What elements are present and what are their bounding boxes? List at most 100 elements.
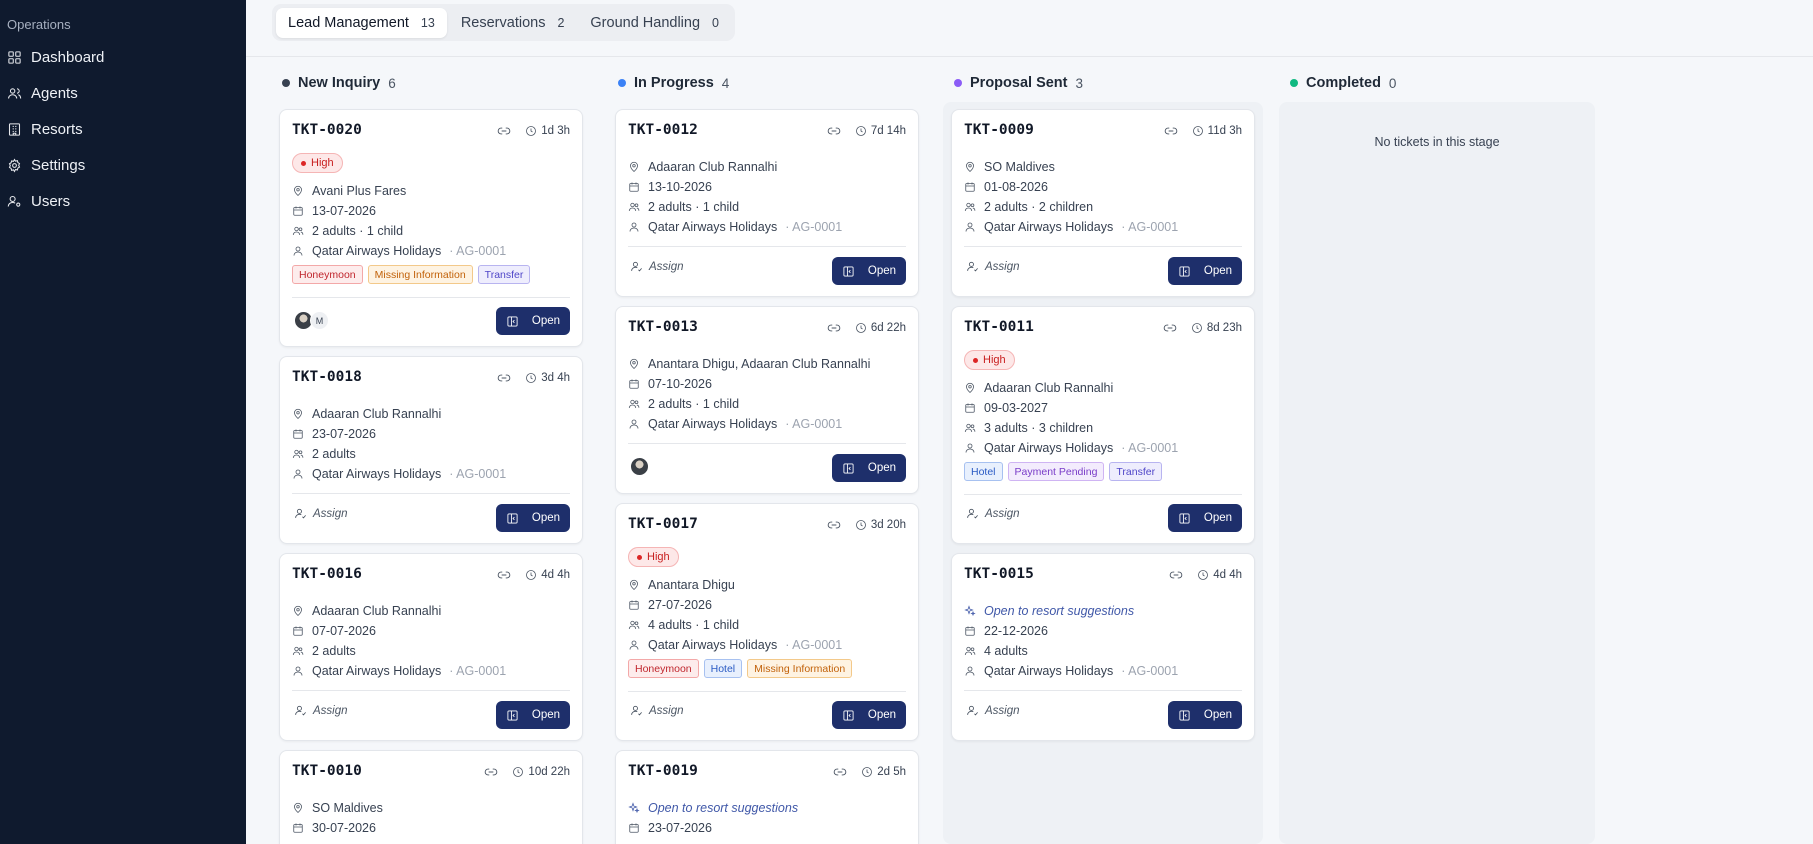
ticket-age-text: 3d 20h: [870, 519, 906, 531]
calendar-icon: [292, 205, 304, 217]
ticket-card[interactable]: TKT-0009 11d 3h SO Maldives 01-08-2026 2…: [951, 109, 1255, 297]
agent-name: Qatar Airways Holidays: [984, 664, 1114, 678]
ticket-card[interactable]: TKT-0015 4d 4h Open to resort suggestion…: [951, 553, 1255, 741]
grid-icon: [8, 50, 21, 64]
status-dot: [282, 79, 290, 87]
assign-button[interactable]: Assign: [294, 507, 348, 520]
assign-label: Assign: [649, 704, 684, 717]
date-row: 13-10-2026: [628, 178, 712, 196]
sidebar-item-resorts[interactable]: Resorts: [7, 117, 83, 141]
agent-row: Qatar Airways Holidays · AG-0001: [628, 636, 842, 654]
open-button[interactable]: Open: [1168, 701, 1242, 729]
ticket-age: 3d 20h: [855, 519, 906, 531]
ticket-age-text: 1d 3h: [541, 125, 570, 137]
date-row: 13-07-2026: [292, 202, 376, 220]
link-icon[interactable]: [1163, 321, 1177, 335]
open-button[interactable]: Open: [1168, 257, 1242, 285]
link-icon[interactable]: [497, 124, 511, 138]
column-count: 0: [1388, 75, 1397, 91]
tab-lead-management[interactable]: Lead Management 13: [276, 7, 447, 38]
tab-ground-handling[interactable]: Ground Handling 0: [578, 8, 731, 38]
guest-count: 4 adults: [984, 644, 1028, 658]
user-icon: [292, 245, 304, 257]
tab-reservations[interactable]: Reservations 2: [449, 8, 577, 38]
ticket-card[interactable]: TKT-0019 2d 5h Open to resort suggestion…: [615, 750, 919, 844]
calendar-icon: [628, 181, 640, 193]
card-divider: [628, 443, 906, 444]
assign-button[interactable]: Assign: [966, 704, 1020, 717]
ticket-card[interactable]: TKT-0017 3d 20h High Anantara Dhigu 27-0…: [615, 503, 919, 741]
open-label: Open: [531, 709, 561, 721]
ticket-card[interactable]: TKT-0018 3d 4h Adaaran Club Rannalhi 23-…: [279, 356, 583, 544]
ticket-age-text: 2d 5h: [877, 766, 906, 778]
pin-icon: [292, 802, 304, 814]
column-title: Completed: [1306, 75, 1381, 91]
link-icon[interactable]: [497, 568, 511, 582]
ticket-id: TKT-0017: [628, 516, 698, 532]
tag-hotel: Hotel: [964, 462, 1003, 481]
tab-label: Lead Management: [288, 14, 409, 31]
card-divider: [964, 494, 1242, 495]
ticket-age-text: 8d 23h: [1206, 322, 1242, 334]
clock-icon: [525, 372, 537, 384]
assign-label: Assign: [313, 704, 348, 717]
link-icon[interactable]: [1169, 568, 1183, 582]
link-icon[interactable]: [484, 765, 498, 779]
ticket-card[interactable]: TKT-0013 6d 22h Anantara Dhigu, Adaaran …: [615, 306, 919, 494]
sidebar-item-agents[interactable]: Agents: [7, 81, 78, 105]
assignee-avatars[interactable]: [630, 457, 649, 476]
panel-open-icon: [842, 462, 855, 475]
link-icon[interactable]: [497, 371, 511, 385]
travel-date: 27-07-2026: [648, 598, 712, 612]
card-divider: [628, 246, 906, 247]
user-icon: [964, 221, 976, 233]
open-button[interactable]: Open: [832, 257, 906, 285]
agent-row: Qatar Airways Holidays · AG-0001: [964, 662, 1178, 680]
tag-list: Honeymoon Missing Information Transfer: [292, 265, 531, 284]
status-dot: [1290, 79, 1298, 87]
open-button[interactable]: Open: [1168, 504, 1242, 532]
open-button[interactable]: Open: [832, 454, 906, 482]
open-label: Open: [867, 709, 897, 721]
ticket-card[interactable]: TKT-0020 1d 3h High Avani Plus Fares 13-…: [279, 109, 583, 347]
open-label: Open: [1203, 512, 1233, 524]
resort-row: Anantara Dhigu, Adaaran Club Rannalhi: [628, 355, 870, 373]
priority-label: High: [983, 354, 1006, 366]
ticket-age: 3d 4h: [525, 372, 570, 384]
link-icon[interactable]: [827, 518, 841, 532]
link-icon[interactable]: [827, 124, 841, 138]
link-icon[interactable]: [827, 321, 841, 335]
user-icon: [964, 442, 976, 454]
link-icon[interactable]: [1164, 124, 1178, 138]
ticket-id: TKT-0012: [628, 122, 698, 138]
clock-icon: [1191, 322, 1203, 334]
agent-name: Qatar Airways Holidays: [648, 417, 778, 431]
sidebar-item-users[interactable]: Users: [7, 189, 70, 213]
assign-button[interactable]: Assign: [630, 260, 684, 273]
ticket-card[interactable]: TKT-0012 7d 14h Adaaran Club Rannalhi 13…: [615, 109, 919, 297]
sidebar-item-settings[interactable]: Settings: [7, 153, 85, 177]
open-button[interactable]: Open: [496, 307, 570, 335]
ticket-card[interactable]: TKT-0016 4d 4h Adaaran Club Rannalhi 07-…: [279, 553, 583, 741]
tab-count: 2: [557, 15, 565, 30]
pin-icon: [964, 161, 976, 173]
users-icon: [964, 422, 976, 434]
calendar-icon: [292, 428, 304, 440]
assign-button[interactable]: Assign: [294, 704, 348, 717]
date-row: 09-03-2027: [964, 399, 1048, 417]
assign-button[interactable]: Assign: [966, 260, 1020, 273]
open-button[interactable]: Open: [496, 701, 570, 729]
open-label: Open: [867, 265, 897, 277]
sidebar-item-dashboard[interactable]: Dashboard: [7, 45, 104, 69]
travel-date: 23-07-2026: [648, 821, 712, 835]
assignee-avatars[interactable]: M: [294, 311, 329, 330]
link-icon[interactable]: [833, 765, 847, 779]
assign-button[interactable]: Assign: [966, 507, 1020, 520]
pin-icon: [292, 408, 304, 420]
assign-button[interactable]: Assign: [630, 704, 684, 717]
ticket-card[interactable]: TKT-0011 8d 23h High Adaaran Club Rannal…: [951, 306, 1255, 544]
open-button[interactable]: Open: [496, 504, 570, 532]
ticket-card[interactable]: TKT-0010 10d 22h SO Maldives 30-07-2026: [279, 750, 583, 844]
open-button[interactable]: Open: [832, 701, 906, 729]
resort-name: Open to resort suggestions: [648, 801, 799, 815]
